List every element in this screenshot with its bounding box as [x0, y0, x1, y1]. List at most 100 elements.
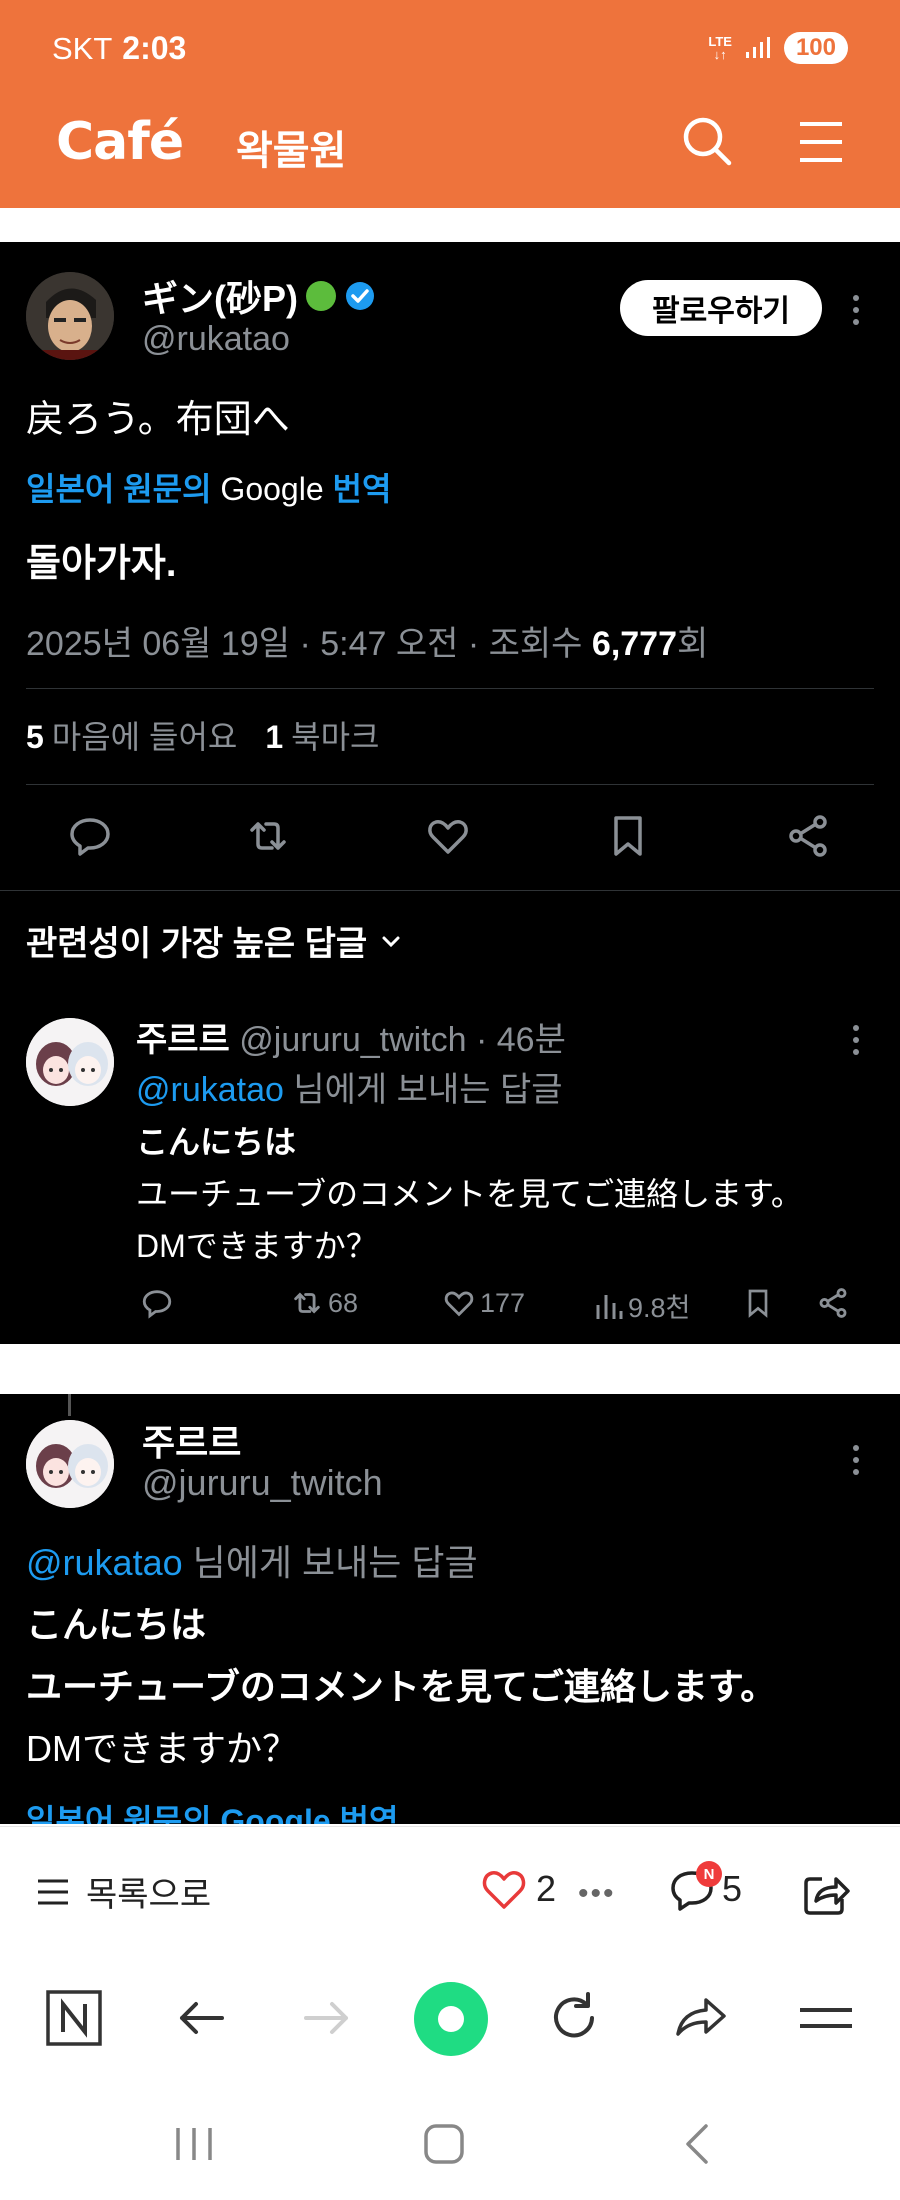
more-options-icon[interactable] — [842, 1436, 870, 1484]
tweet-line: DMできますか？ — [26, 1728, 298, 1769]
views-action[interactable]: 9.8천 — [594, 1286, 690, 1325]
follow-button[interactable]: 팔로우하기 — [620, 280, 822, 336]
more-options-icon[interactable] — [842, 1016, 870, 1064]
reply-author-name[interactable]: 주르르 — [136, 1021, 230, 1059]
green-home-button[interactable] — [414, 1982, 488, 2056]
like-button[interactable]: 2 — [480, 1867, 556, 1911]
post-action-bar: 목록으로 2 ••• 5 N — [0, 1826, 900, 1958]
translate-link[interactable]: 일본어 원문의 Google 번역 — [26, 464, 391, 510]
like-icon[interactable] — [424, 812, 472, 860]
views-icon — [596, 1294, 623, 1319]
likes-count: 5 — [26, 719, 44, 755]
reply-line: DMできますか？ — [136, 1228, 378, 1264]
likes-label: 마음에 들어요 — [51, 719, 238, 755]
like-action[interactable]: 177 — [442, 1286, 525, 1320]
likes-stat[interactable]: 5 마음에 들어요 — [26, 712, 237, 758]
author-handle[interactable]: @jururu_twitch — [142, 1462, 383, 1504]
avatar-image — [26, 1018, 114, 1106]
mention-link[interactable]: @rukatao — [136, 1071, 284, 1109]
home-icon[interactable] — [414, 2122, 474, 2166]
reply-to-line: @rukatao 님에게 보내는 답글 — [136, 1062, 563, 1111]
tweet-line: ユーチューブのコメントを見てご連絡します。 — [26, 1666, 777, 1707]
divider — [26, 688, 874, 689]
embedded-tweet: ギン(砂P) @rukatao 팔로우하기 戻ろう。布団へ 일본어 원문의 Go… — [0, 242, 900, 1344]
network-label: LTE — [708, 34, 732, 49]
reply-to-suffix: 님에게 보내는 답글 — [192, 1542, 478, 1583]
avatar[interactable] — [26, 272, 114, 360]
share-icon[interactable] — [802, 1869, 850, 1917]
translate-suffix: 번역 — [332, 471, 392, 507]
reply-sort-selector[interactable]: 관련성이 가장 높은 답글 — [26, 916, 403, 965]
forward-arrow-icon[interactable] — [296, 1988, 356, 2048]
divider — [26, 784, 874, 785]
views-count: 9.8천 — [628, 1293, 691, 1323]
clock: 2:03 — [122, 30, 187, 66]
share-icon[interactable] — [784, 812, 832, 860]
tweet-stats: 5 마음에 들어요 1 북마크 — [26, 712, 379, 758]
tweet-actions — [0, 812, 900, 882]
refresh-icon[interactable] — [544, 1988, 604, 2048]
reply-icon[interactable] — [66, 812, 114, 860]
battery-indicator: 100 — [783, 32, 848, 64]
like-count: 177 — [480, 1287, 526, 1318]
signal-icon — [745, 37, 770, 58]
avatar[interactable] — [26, 1018, 114, 1106]
naver-n-icon[interactable] — [44, 1988, 104, 2048]
author-name[interactable]: 주르르 — [142, 1414, 241, 1466]
tweet-line: こんにちは — [26, 1604, 207, 1645]
translate-link[interactable]: 일본어 원문의 Google 번역 — [26, 1796, 398, 1824]
author-handle[interactable]: @rukatao — [142, 320, 290, 359]
tweet-text: こんにちは ユーチューブのコメントを見てご連絡します。 DMできますか？ — [26, 1594, 776, 1780]
search-icon[interactable] — [682, 116, 732, 166]
cafe-title[interactable]: 왁물원 — [236, 118, 346, 176]
browser-toolbar — [0, 1958, 900, 2088]
page: SKT 2:03 LTE ↓↑ 100 Café 왁물원 ギン(砂P) @ruk… — [0, 0, 900, 2200]
sort-label: 관련성이 가장 높은 답글 — [26, 925, 368, 963]
reply-to-suffix: 님에게 보내는 답글 — [293, 1071, 563, 1109]
cafe-header: SKT 2:03 LTE ↓↑ 100 Café 왁물원 — [0, 0, 900, 208]
retweet-count: 68 — [328, 1287, 359, 1318]
cafe-logo[interactable]: Café — [56, 112, 184, 172]
share-arrow-icon[interactable] — [670, 1988, 730, 2048]
author-name[interactable]: ギン(砂P) — [142, 270, 298, 322]
reply-actions: 68 177 9.8천 — [136, 1286, 866, 1330]
embedded-tweet-2: 주르르 @jururu_twitch @rukatao 님에게 보내는 답글 こ… — [0, 1394, 900, 1824]
bookmarks-count: 1 — [265, 719, 284, 755]
reply-to-line: @rukatao 님에게 보내는 답글 — [26, 1534, 478, 1586]
verified-badge-icon — [346, 282, 374, 310]
heart-icon — [482, 1871, 526, 1909]
menu-icon[interactable] — [798, 120, 844, 164]
reply-text: こんにちは ユーチューブのコメントを見てご連絡します。 DMできますか？ — [136, 1116, 803, 1272]
bookmarks-label: 북마크 — [291, 719, 380, 755]
view-count: 6,777 — [591, 625, 678, 663]
recent-apps-icon[interactable] — [164, 2122, 224, 2166]
more-options-icon[interactable] — [842, 286, 870, 334]
translated-text: 돌아가자. — [26, 543, 177, 585]
list-icon — [38, 1879, 68, 1904]
mention-link[interactable]: @rukatao — [26, 1542, 183, 1583]
back-arrow-icon[interactable] — [172, 1988, 232, 2048]
browser-menu-icon[interactable] — [796, 1988, 856, 2048]
bookmark-icon[interactable] — [604, 812, 652, 860]
reply-line: こんにちは — [136, 1124, 297, 1160]
more-icon[interactable]: ••• — [578, 1877, 616, 1911]
divider — [0, 890, 900, 891]
reply-icon[interactable] — [140, 1286, 174, 1320]
tweet-date: 2025년 06월 19일 · 5:47 오전 · 조회수 — [26, 625, 583, 663]
translate-prefix: 일본어 원문의 — [26, 471, 212, 507]
share-icon[interactable] — [816, 1286, 850, 1320]
retweet-icon — [294, 1292, 320, 1314]
carrier: SKT — [52, 31, 113, 66]
reply-handle-time: @jururu_twitch · 46분 — [239, 1021, 566, 1059]
back-icon[interactable] — [668, 2122, 728, 2166]
retweet-action[interactable]: 68 — [290, 1286, 358, 1320]
avatar-image — [26, 272, 114, 360]
bookmarks-stat[interactable]: 1 북마크 — [265, 712, 379, 758]
snake-emoji-icon — [306, 281, 336, 311]
back-to-list-button[interactable]: 목록으로 — [36, 1867, 211, 1916]
view-suffix: 회 — [677, 625, 709, 663]
tweet-meta: 2025년 06월 19일 · 5:47 오전 · 조회수 6,777회 — [26, 616, 708, 665]
avatar[interactable] — [26, 1420, 114, 1508]
retweet-icon[interactable] — [244, 812, 292, 860]
bookmark-icon[interactable] — [742, 1286, 774, 1320]
